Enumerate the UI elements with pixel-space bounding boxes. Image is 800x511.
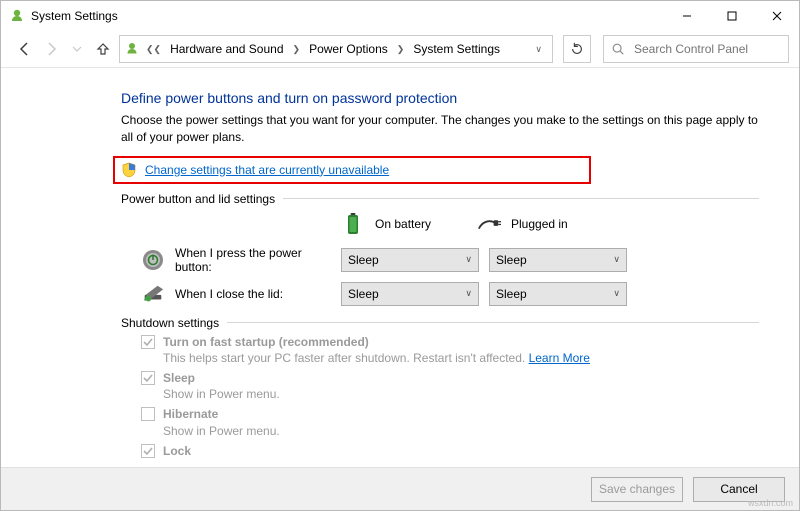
chevron-down-icon: ∨	[613, 254, 620, 265]
breadcrumb-item[interactable]: Power Options	[306, 41, 391, 57]
chevron-left-icon: ❮❮	[144, 44, 163, 55]
combo-value: Sleep	[496, 287, 527, 301]
page-intro: Choose the power settings that you want …	[121, 112, 759, 146]
close-lid-battery-combo[interactable]: Sleep ∨	[341, 282, 479, 306]
window-controls	[664, 1, 799, 31]
search-input[interactable]	[632, 41, 791, 57]
address-bar[interactable]: ❮❮ Hardware and Sound ❯ Power Options ❯ …	[119, 35, 553, 63]
power-columns-header: On battery Plugged in	[141, 212, 759, 236]
combo-value: Sleep	[348, 287, 379, 301]
close-lid-row: When I close the lid: Sleep ∨ Sleep ∨	[141, 282, 759, 306]
chevron-down-icon: ∨	[613, 288, 620, 299]
power-button-battery-combo[interactable]: Sleep ∨	[341, 248, 479, 272]
group-legend: Shutdown settings	[121, 316, 759, 330]
hibernate-checkbox[interactable]: Hibernate Show in Power menu.	[141, 406, 759, 438]
combo-value: Sleep	[348, 253, 379, 267]
window: System Settings	[0, 0, 800, 511]
close-button[interactable]	[754, 1, 799, 31]
checkbox-icon	[141, 335, 155, 349]
col-on-battery: On battery	[341, 212, 471, 236]
search-icon	[610, 41, 626, 57]
nav-up-button[interactable]	[93, 39, 113, 59]
window-title: System Settings	[31, 9, 118, 23]
col-plugged-in-label: Plugged in	[511, 217, 568, 231]
checkbox-icon	[141, 371, 155, 385]
nav-recent-button[interactable]	[67, 39, 87, 59]
learn-more-link[interactable]: Learn More	[529, 351, 590, 365]
shutdown-group: Shutdown settings Turn on fast startup (…	[121, 316, 759, 459]
power-button-icon	[141, 248, 165, 272]
content-area: Define power buttons and turn on passwor…	[1, 68, 799, 510]
nav-row: ❮❮ Hardware and Sound ❯ Power Options ❯ …	[1, 31, 799, 67]
breadcrumb-item[interactable]: Hardware and Sound	[167, 41, 286, 57]
battery-icon	[341, 212, 365, 236]
checkbox-desc: Show in Power menu.	[163, 424, 280, 438]
power-button-row: When I press the power button: Sleep ∨ S…	[141, 246, 759, 274]
close-lid-label: When I close the lid:	[175, 287, 283, 301]
group-rule	[227, 322, 759, 323]
checkbox-icon	[141, 444, 155, 458]
group-legend: Power button and lid settings	[121, 192, 759, 206]
footer: Save changes Cancel	[1, 467, 799, 510]
plug-icon	[477, 212, 501, 236]
titlebar: System Settings	[1, 1, 799, 31]
close-lid-plugged-combo[interactable]: Sleep ∨	[489, 282, 627, 306]
combo-value: Sleep	[496, 253, 527, 267]
watermark: wsxdn.com	[748, 498, 793, 508]
laptop-lid-icon	[141, 282, 165, 306]
power-button-label: When I press the power button:	[175, 246, 341, 274]
maximize-button[interactable]	[709, 1, 754, 31]
app-icon	[9, 8, 25, 24]
lock-checkbox[interactable]: Lock	[141, 443, 759, 459]
checkbox-title: Hibernate	[163, 407, 218, 421]
change-unavailable-row: Change settings that are currently unava…	[113, 156, 591, 184]
group-legend-label: Shutdown settings	[121, 316, 219, 330]
nav-back-button[interactable]	[15, 39, 35, 59]
shield-icon	[121, 162, 137, 178]
col-plugged-in: Plugged in	[477, 212, 607, 236]
nav-forward-button[interactable]	[41, 39, 61, 59]
checkbox-icon	[141, 407, 155, 421]
addressbar-dropdown-icon[interactable]: ∨	[529, 44, 548, 55]
save-button[interactable]: Save changes	[591, 477, 683, 502]
col-on-battery-label: On battery	[375, 217, 431, 231]
minimize-button[interactable]	[664, 1, 709, 31]
power-button-group: Power button and lid settings	[121, 192, 759, 306]
search-box[interactable]	[603, 35, 789, 63]
checkbox-title: Lock	[163, 444, 191, 458]
checkbox-title: Sleep	[163, 371, 195, 385]
checkbox-desc: Show in Power menu.	[163, 387, 280, 401]
power-button-plugged-combo[interactable]: Sleep ∨	[489, 248, 627, 272]
checkbox-desc: This helps start your PC faster after sh…	[163, 351, 529, 365]
change-unavailable-link[interactable]: Change settings that are currently unava…	[145, 163, 389, 177]
group-legend-label: Power button and lid settings	[121, 192, 275, 206]
breadcrumb-item[interactable]: System Settings	[410, 41, 503, 57]
chevron-right-icon: ❯	[395, 44, 407, 55]
checkbox-title: Turn on fast startup (recommended)	[163, 335, 369, 349]
sleep-checkbox[interactable]: Sleep Show in Power menu.	[141, 370, 759, 402]
chevron-right-icon: ❯	[291, 44, 303, 55]
group-rule	[283, 198, 759, 199]
chevron-down-icon: ∨	[465, 254, 472, 265]
page-heading: Define power buttons and turn on passwor…	[121, 90, 759, 106]
control-panel-icon	[124, 41, 140, 57]
chevron-down-icon: ∨	[465, 288, 472, 299]
fast-startup-checkbox[interactable]: Turn on fast startup (recommended) This …	[141, 334, 759, 366]
refresh-button[interactable]	[563, 35, 591, 63]
